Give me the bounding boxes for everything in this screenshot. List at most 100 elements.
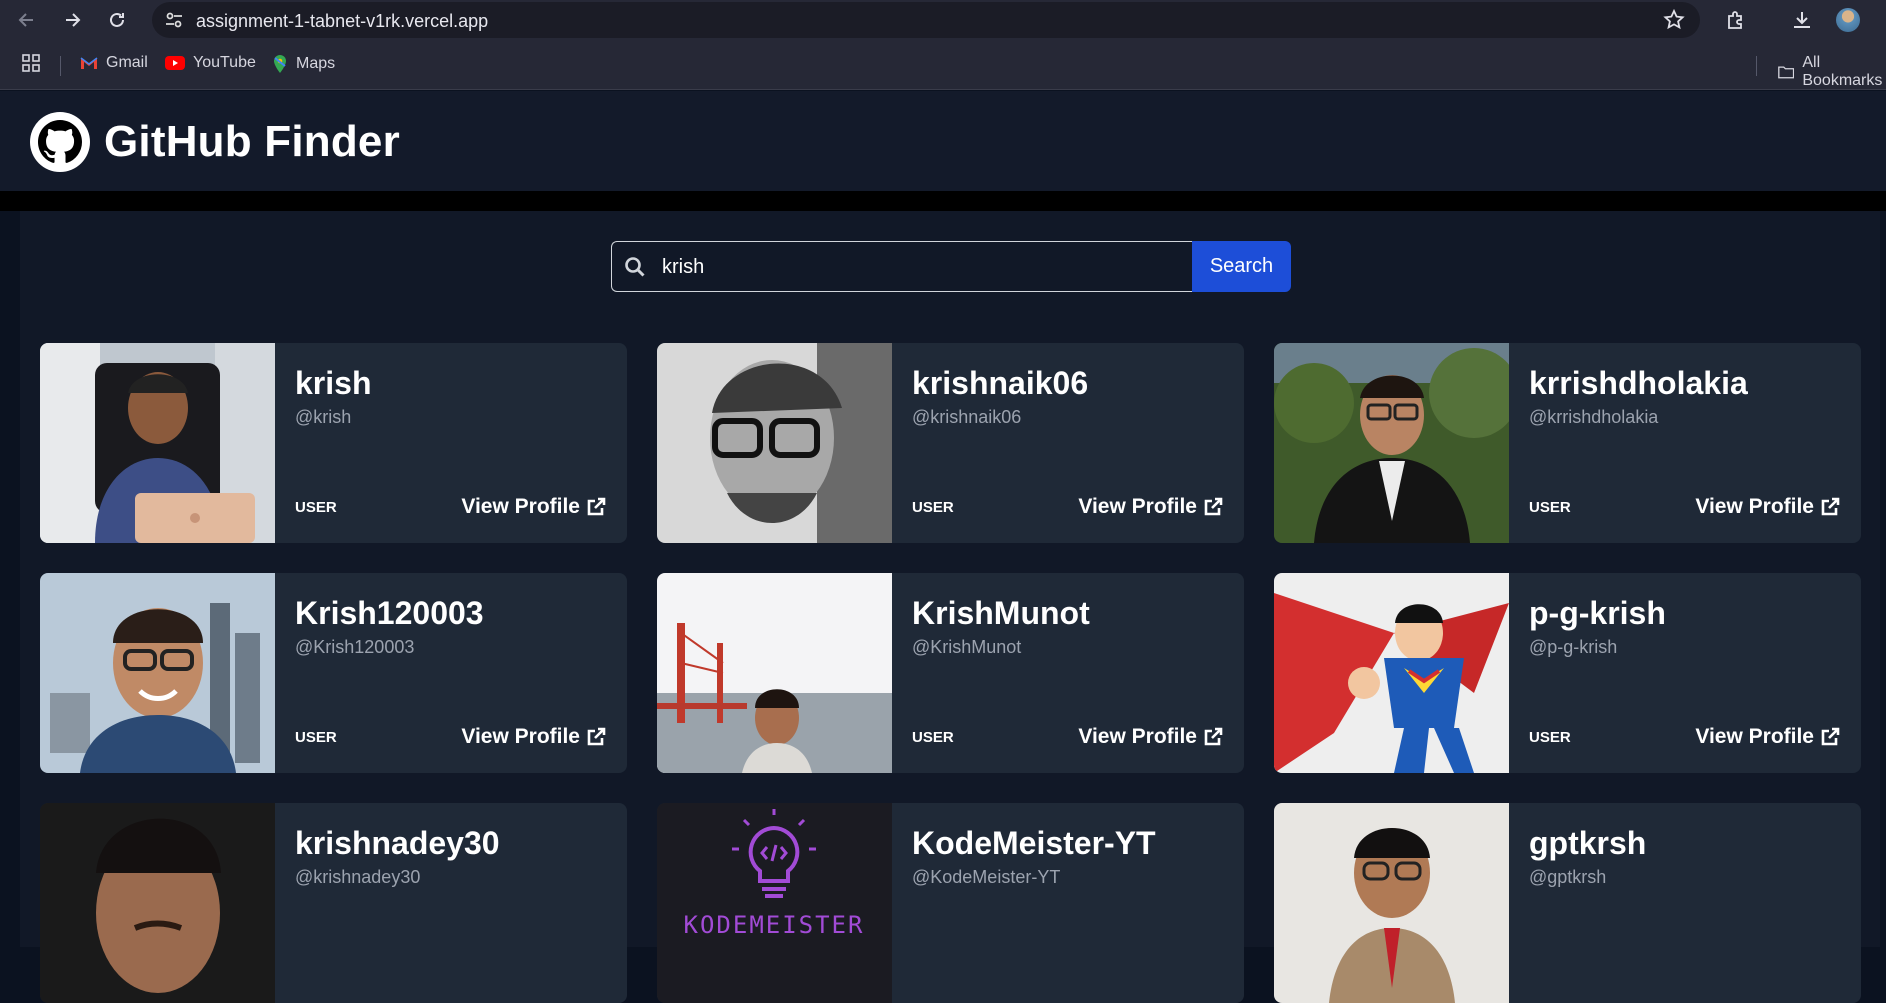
external-link-icon	[1821, 727, 1840, 746]
user-card: krishnaik06 @krishnaik06 USER View Profi…	[657, 343, 1244, 543]
view-profile-link[interactable]: View Profile	[461, 495, 607, 519]
profile-avatar-button[interactable]	[1834, 6, 1862, 34]
external-link-icon	[587, 727, 606, 746]
downloads-button[interactable]	[1788, 6, 1816, 34]
user-card: krishnadey30 @krishnadey30	[40, 803, 627, 1003]
user-handle: @gptkrsh	[1529, 867, 1607, 887]
search-input-value: krish	[662, 256, 705, 278]
user-handle: @krishnadey30	[295, 867, 421, 887]
address-bar[interactable]: assignment-1-tabnet-v1rk.vercel.app	[152, 2, 1700, 38]
user-name: p-g-krish	[1529, 595, 1666, 631]
user-handle: @krish	[295, 407, 352, 427]
bookmark-maps[interactable]: Maps	[272, 54, 335, 74]
view-profile-link[interactable]: View Profile	[1695, 725, 1841, 749]
maps-icon	[274, 55, 286, 73]
bookmarks-divider	[60, 56, 61, 76]
view-profile-label: View Profile	[1695, 725, 1814, 748]
app-header: GitHub Finder	[0, 91, 1886, 191]
forward-arrow-icon	[66, 13, 81, 27]
all-bookmarks-button[interactable]: All Bookmarks	[1778, 54, 1886, 90]
puzzle-icon	[1728, 11, 1742, 29]
forward-button[interactable]	[57, 5, 87, 35]
gmail-icon	[80, 57, 98, 69]
bookmark-label: YouTube	[193, 54, 256, 71]
bookmark-gmail[interactable]: Gmail	[80, 54, 148, 72]
view-profile-link[interactable]: View Profile	[461, 725, 607, 749]
avatar	[1274, 573, 1509, 773]
youtube-icon	[165, 56, 185, 70]
user-type-badge: USER	[912, 729, 954, 746]
user-handle: @Krish120003	[295, 637, 415, 657]
external-link-icon	[1204, 497, 1223, 516]
avatar	[40, 343, 275, 543]
user-card: Krish120003 @Krish120003 USER View Profi…	[40, 573, 627, 773]
search-input[interactable]: krish	[611, 241, 1193, 292]
user-type-badge: USER	[912, 499, 954, 516]
user-name: Krish120003	[295, 595, 484, 631]
view-profile-label: View Profile	[1078, 725, 1197, 748]
header-divider	[0, 191, 1886, 211]
user-type-badge: USER	[295, 499, 337, 516]
apps-button[interactable]	[22, 54, 40, 72]
user-type-badge: USER	[1529, 499, 1571, 516]
folder-icon	[1778, 66, 1795, 79]
site-settings-icon[interactable]	[164, 10, 184, 30]
user-type-badge: USER	[295, 729, 337, 746]
bookmarks-bar: Gmail YouTube Maps All Bookmarks	[0, 40, 1886, 90]
user-handle: @krrishdholakia	[1529, 407, 1659, 427]
user-name: krishnadey30	[295, 825, 500, 861]
back-arrow-icon	[18, 13, 33, 27]
view-profile-label: View Profile	[1695, 495, 1814, 518]
bookmark-youtube[interactable]: YouTube	[165, 54, 256, 72]
user-card: KrishMunot @KrishMunot USER View Profile	[657, 573, 1244, 773]
kodemeister-logo-text: KODEMEISTER	[684, 911, 865, 939]
bookmark-label: Gmail	[106, 54, 148, 71]
url-text: assignment-1-tabnet-v1rk.vercel.app	[196, 11, 489, 31]
avatar	[657, 573, 892, 773]
all-bookmarks-label: All Bookmarks	[1802, 54, 1883, 89]
user-handle: @KodeMeister-YT	[912, 867, 1061, 887]
avatar	[1274, 343, 1509, 543]
view-profile-link[interactable]: View Profile	[1078, 725, 1224, 749]
reload-icon	[110, 12, 124, 27]
bookmarks-divider	[1756, 56, 1757, 76]
user-name: gptkrsh	[1529, 825, 1647, 861]
search-button[interactable]: Search	[1192, 241, 1291, 292]
external-link-icon	[1204, 727, 1223, 746]
user-card: KODEMEISTER KodeMeister-YT @KodeMeister-…	[657, 803, 1244, 1003]
user-card: gptkrsh @gptkrsh	[1274, 803, 1861, 1003]
view-profile-label: View Profile	[1078, 495, 1197, 518]
download-icon	[1794, 12, 1810, 28]
user-handle: @krishnaik06	[912, 407, 1022, 427]
user-name: KrishMunot	[912, 595, 1090, 631]
bookmark-label: Maps	[296, 55, 336, 72]
user-card: krish @krish USER View Profile	[40, 343, 627, 543]
user-name: KodeMeister-YT	[912, 825, 1156, 861]
apps-grid-icon	[22, 54, 40, 72]
avatar	[1836, 8, 1860, 32]
extensions-button[interactable]	[1722, 6, 1750, 34]
user-name: krrishdholakia	[1529, 365, 1748, 401]
back-button[interactable]	[12, 5, 42, 35]
bookmark-star-icon[interactable]	[1662, 8, 1686, 32]
browser-toolbar: assignment-1-tabnet-v1rk.vercel.app	[0, 0, 1886, 40]
user-card: krrishdholakia @krrishdholakia USER View…	[1274, 343, 1861, 543]
view-profile-label: View Profile	[461, 495, 580, 518]
view-profile-link[interactable]: View Profile	[1695, 495, 1841, 519]
user-name: krishnaik06	[912, 365, 1089, 401]
user-handle: @KrishMunot	[912, 637, 1022, 657]
reload-button[interactable]	[102, 5, 132, 35]
avatar	[1274, 803, 1509, 1003]
external-link-icon	[1821, 497, 1840, 516]
user-card: p-g-krish @p-g-krish USER View Profile	[1274, 573, 1861, 773]
app-title: GitHub Finder	[104, 117, 400, 166]
view-profile-label: View Profile	[461, 725, 580, 748]
avatar	[657, 343, 892, 543]
github-logo-icon	[30, 112, 90, 172]
user-name: krish	[295, 365, 372, 401]
avatar	[40, 573, 275, 773]
view-profile-link[interactable]: View Profile	[1078, 495, 1224, 519]
avatar	[40, 803, 275, 1003]
avatar: KODEMEISTER	[657, 803, 892, 1003]
user-handle: @p-g-krish	[1529, 637, 1618, 657]
